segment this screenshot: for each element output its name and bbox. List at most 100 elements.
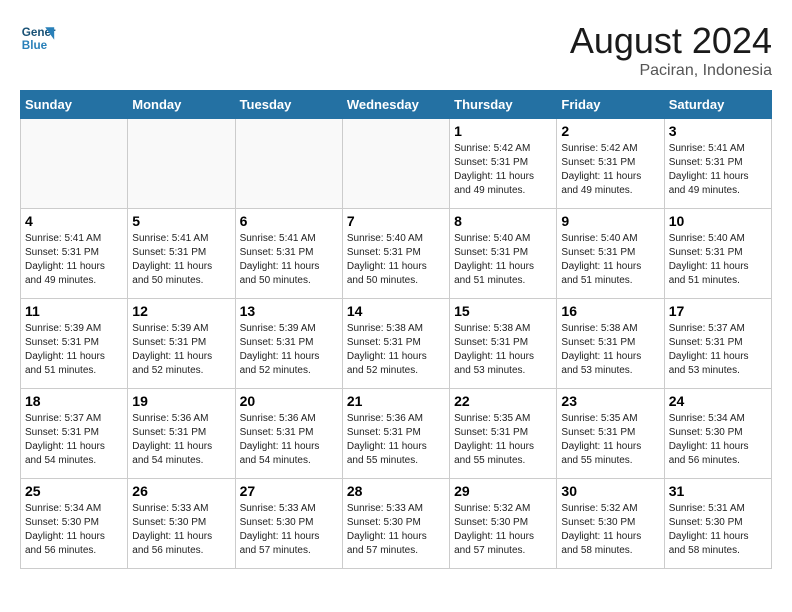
day-info: Sunrise: 5:37 AM Sunset: 5:31 PM Dayligh… [25,412,123,468]
calendar-cell: 11Sunrise: 5:39 AM Sunset: 5:31 PM Dayli… [21,299,128,389]
day-info: Sunrise: 5:34 AM Sunset: 5:30 PM Dayligh… [669,412,767,468]
calendar-cell: 10 Sunrise: 5:40 AM Sunset: 5:31 PM Dayli… [664,209,771,299]
calendar-week-2: 4 Sunrise: 5:41 AM Sunset: 5:31 PM Daylig… [21,209,772,299]
day-info: Sunrise: 5:36 AM Sunset: 5:31 PM Dayligh… [347,412,445,468]
day-info: Sunrise: 5:39 AM Sunset: 5:31 PM Dayligh… [132,322,230,378]
day-number: 22 [454,393,552,409]
calendar-cell: 17Sunrise: 5:37 AM Sunset: 5:31 PM Dayli… [664,299,771,389]
day-info: Sunrise: 5:38 AM Sunset: 5:31 PM Dayligh… [561,322,659,378]
day-info: Sunrise: 5:39 AM Sunset: 5:31 PM Dayligh… [240,322,338,378]
day-info: Sunrise: 5:37 AM Sunset: 5:31 PM Dayligh… [669,322,767,378]
day-number: 20 [240,393,338,409]
calendar-cell: 15 Sunrise: 5:38 AM Sunset: 5:31 PM Dayli… [450,299,557,389]
calendar-cell: 3 Sunrise: 5:41 AM Sunset: 5:31 PM Daylig… [664,119,771,209]
calendar-cell: 27 Sunrise: 5:33 AM Sunset: 5:30 PM Dayli… [235,479,342,569]
day-info: Sunrise: 5:42 AM Sunset: 5:31 PM Dayligh… [561,142,659,198]
calendar-cell [342,119,449,209]
calendar-cell: 24 Sunrise: 5:34 AM Sunset: 5:30 PM Dayli… [664,389,771,479]
day-info: Sunrise: 5:32 AM Sunset: 5:30 PM Dayligh… [561,502,659,558]
calendar-cell: 16 Sunrise: 5:38 AM Sunset: 5:31 PM Dayli… [557,299,664,389]
day-number: 30 [561,483,659,499]
calendar-cell [21,119,128,209]
day-info: Sunrise: 5:41 AM Sunset: 5:31 PM Dayligh… [240,232,338,288]
day-info: Sunrise: 5:34 AM Sunset: 5:30 PM Dayligh… [25,502,123,558]
day-info: Sunrise: 5:35 AM Sunset: 5:31 PM Dayligh… [454,412,552,468]
day-number: 4 [25,213,123,229]
day-info: Sunrise: 5:33 AM Sunset: 5:30 PM Dayligh… [347,502,445,558]
calendar-week-1: 1 Sunrise: 5:42 AM Sunset: 5:31 PM Daylig… [21,119,772,209]
day-number: 31 [669,483,767,499]
day-number: 27 [240,483,338,499]
logo: General Blue [20,20,56,56]
calendar-cell: 26 Sunrise: 5:33 AM Sunset: 5:30 PM Dayli… [128,479,235,569]
location-subtitle: Paciran, Indonesia [570,62,772,80]
calendar-cell: 5 Sunrise: 5:41 AM Sunset: 5:31 PM Daylig… [128,209,235,299]
header-thursday: Thursday [450,91,557,119]
day-number: 21 [347,393,445,409]
logo-icon: General Blue [20,20,56,56]
day-info: Sunrise: 5:32 AM Sunset: 5:30 PM Dayligh… [454,502,552,558]
day-info: Sunrise: 5:40 AM Sunset: 5:31 PM Dayligh… [669,232,767,288]
calendar-cell [235,119,342,209]
calendar-week-3: 11 Sunrise: 5:39 AM Sunset: 5:31 PM Dayli… [21,299,772,389]
calendar-cell: 12 Sunrise: 5:39 AM Sunset: 5:31 PM Dayli… [128,299,235,389]
month-year-title: August 2024 [570,20,772,62]
header-saturday: Saturday [664,91,771,119]
calendar-cell: 30 Sunrise: 5:32 AM Sunset: 5:30 PM Dayli… [557,479,664,569]
calendar-week-4: 18Sunrise: 5:37 AM Sunset: 5:31 PM Dayli… [21,389,772,479]
calendar-cell: 1 Sunrise: 5:42 AM Sunset: 5:31 PM Daylig… [450,119,557,209]
day-number: 23 [561,393,659,409]
calendar-cell: 2 Sunrise: 5:42 AM Sunset: 5:31 PM Daylig… [557,119,664,209]
day-info: Sunrise: 5:40 AM Sunset: 5:31 PM Dayligh… [347,232,445,288]
calendar-table: SundayMondayTuesdayWednesdayThursdayFrid… [20,90,772,569]
day-info: Sunrise: 5:41 AM Sunset: 5:31 PM Dayligh… [25,232,123,288]
day-number: 28 [347,483,445,499]
calendar-cell [128,119,235,209]
header-tuesday: Tuesday [235,91,342,119]
day-number: 5 [132,213,230,229]
day-number: 13 [240,303,338,319]
day-number: 10 [669,213,767,229]
day-number: 14 [347,303,445,319]
day-info: Sunrise: 5:40 AM Sunset: 5:31 PM Dayligh… [454,232,552,288]
calendar-cell: 18Sunrise: 5:37 AM Sunset: 5:31 PM Dayli… [21,389,128,479]
calendar-cell: 9 Sunrise: 5:40 AM Sunset: 5:31 PM Daylig… [557,209,664,299]
page-header: General Blue August 2024 Paciran, Indone… [20,20,772,80]
day-number: 11 [25,303,123,319]
calendar-cell: 14Sunrise: 5:38 AM Sunset: 5:31 PM Dayli… [342,299,449,389]
header-monday: Monday [128,91,235,119]
header-wednesday: Wednesday [342,91,449,119]
calendar-cell: 8Sunrise: 5:40 AM Sunset: 5:31 PM Daylig… [450,209,557,299]
day-number: 2 [561,123,659,139]
day-number: 16 [561,303,659,319]
calendar-cell: 13 Sunrise: 5:39 AM Sunset: 5:31 PM Dayli… [235,299,342,389]
day-number: 9 [561,213,659,229]
day-number: 1 [454,123,552,139]
calendar-header-row: SundayMondayTuesdayWednesdayThursdayFrid… [21,91,772,119]
calendar-cell: 25Sunrise: 5:34 AM Sunset: 5:30 PM Dayli… [21,479,128,569]
day-number: 24 [669,393,767,409]
header-sunday: Sunday [21,91,128,119]
day-info: Sunrise: 5:40 AM Sunset: 5:31 PM Dayligh… [561,232,659,288]
day-info: Sunrise: 5:36 AM Sunset: 5:31 PM Dayligh… [132,412,230,468]
day-number: 29 [454,483,552,499]
day-info: Sunrise: 5:36 AM Sunset: 5:31 PM Dayligh… [240,412,338,468]
calendar-cell: 20 Sunrise: 5:36 AM Sunset: 5:31 PM Dayli… [235,389,342,479]
calendar-cell: 29 Sunrise: 5:32 AM Sunset: 5:30 PM Dayli… [450,479,557,569]
day-number: 15 [454,303,552,319]
calendar-cell: 28 Sunrise: 5:33 AM Sunset: 5:30 PM Dayli… [342,479,449,569]
day-number: 12 [132,303,230,319]
day-info: Sunrise: 5:38 AM Sunset: 5:31 PM Dayligh… [454,322,552,378]
day-info: Sunrise: 5:33 AM Sunset: 5:30 PM Dayligh… [132,502,230,558]
day-number: 3 [669,123,767,139]
calendar-cell: 19Sunrise: 5:36 AM Sunset: 5:31 PM Dayli… [128,389,235,479]
day-info: Sunrise: 5:33 AM Sunset: 5:30 PM Dayligh… [240,502,338,558]
day-info: Sunrise: 5:41 AM Sunset: 5:31 PM Dayligh… [669,142,767,198]
calendar-cell: 31Sunrise: 5:31 AM Sunset: 5:30 PM Dayli… [664,479,771,569]
calendar-cell: 23 Sunrise: 5:35 AM Sunset: 5:31 PM Dayli… [557,389,664,479]
day-number: 26 [132,483,230,499]
day-info: Sunrise: 5:41 AM Sunset: 5:31 PM Dayligh… [132,232,230,288]
day-info: Sunrise: 5:42 AM Sunset: 5:31 PM Dayligh… [454,142,552,198]
day-info: Sunrise: 5:35 AM Sunset: 5:31 PM Dayligh… [561,412,659,468]
calendar-cell: 6Sunrise: 5:41 AM Sunset: 5:31 PM Daylig… [235,209,342,299]
